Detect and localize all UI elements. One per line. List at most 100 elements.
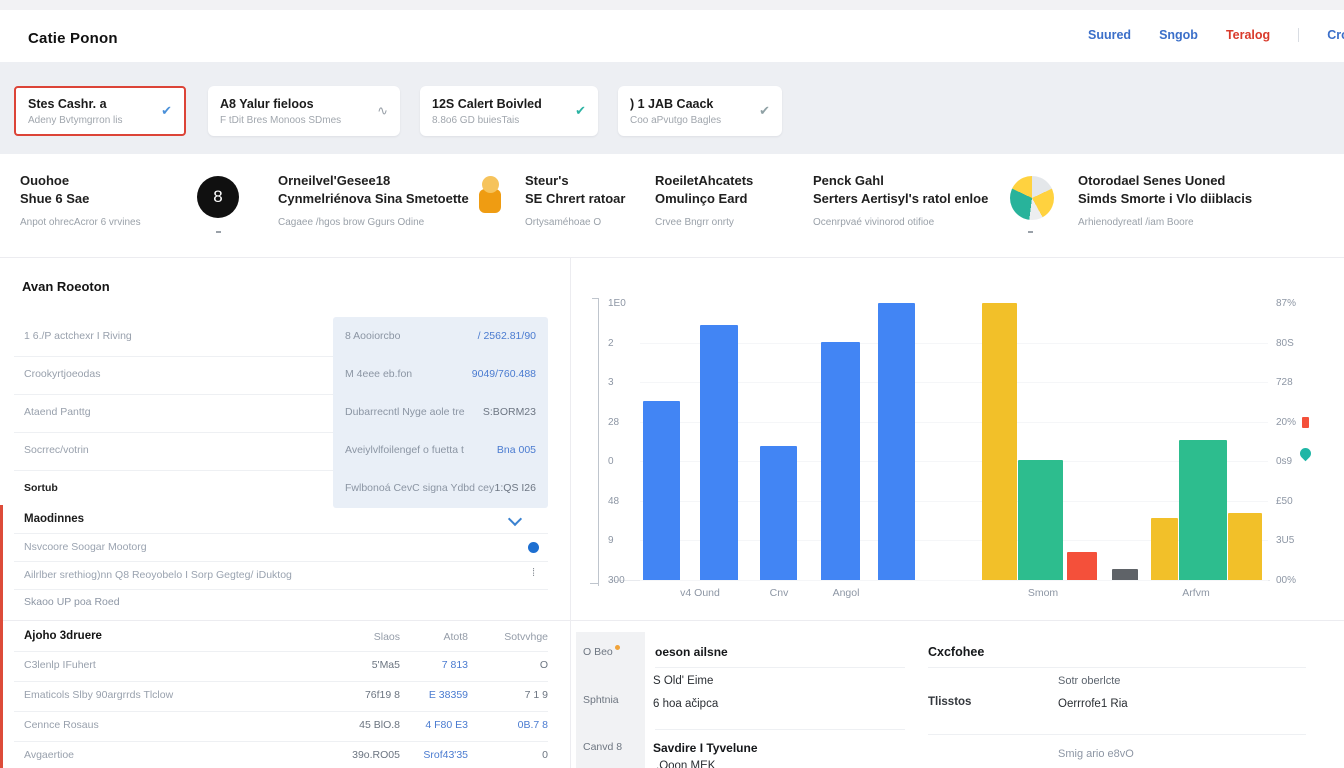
nav-link-4[interactable]: Croonye Cuon xyxy=(1327,28,1344,42)
page-title: Catie Ponon xyxy=(28,30,118,47)
top-strip xyxy=(0,0,1344,10)
feature-2-title-line1: Orneilvel'Gesee18 xyxy=(278,172,476,190)
legend-red-marker xyxy=(1302,417,1309,428)
divider xyxy=(0,257,1344,258)
feature-2-title-line2: Cynmelriénova Sina Smetoette xyxy=(278,190,476,208)
nav-link-3[interactable]: Teralog xyxy=(1226,28,1270,42)
feature-1-title-line1: Ouohoe xyxy=(20,172,195,190)
report-row-label[interactable]: Sortub xyxy=(24,482,58,494)
feature-6-subtitle: Arhienodyreatl /iam Boore xyxy=(1078,217,1318,228)
stats-row-c3: O xyxy=(478,659,548,671)
stats-row-label: Avgaertioe xyxy=(24,749,74,761)
feature-5-subtitle: Ocenrpvaé vivinorod otifioe xyxy=(813,217,1013,228)
feature-6-title-line2: Simds Smorte i Vlo diiblacis xyxy=(1078,190,1318,208)
stat-card-1[interactable]: Stes Cashr. a Adeny Bvtymgrron lis ✔ xyxy=(14,86,186,136)
feature-2-subtitle: Cagaee /hgos brow Ggurs Odine xyxy=(278,217,476,228)
y-axis-tick-label: 28 xyxy=(608,417,619,428)
stats-col-3: Sotvvhge xyxy=(478,631,548,643)
stat-card-2-text: A8 Yalur fieloos F tDit Bres Monoos SDme… xyxy=(220,97,341,126)
divider xyxy=(928,667,1306,668)
activity-sidebar-item-1[interactable]: O Beo xyxy=(583,645,620,658)
blue-dot-icon[interactable] xyxy=(528,542,539,553)
stat-card-2[interactable]: A8 Yalur fieloos F tDit Bres Monoos SDme… xyxy=(208,86,400,136)
feature-item-2[interactable]: Orneilvel'Gesee18 Cynmelriénova Sina Sme… xyxy=(278,172,476,228)
divider xyxy=(0,620,1344,621)
row-divider xyxy=(14,432,333,433)
activity-entry-title[interactable]: Savdire I Tyvelune xyxy=(653,741,758,755)
stats-row-c3[interactable]: 0B.7 8 xyxy=(478,719,548,731)
chart-bar-3 xyxy=(760,446,797,580)
nav-link-1[interactable]: Suured xyxy=(1088,28,1131,42)
report-row-label[interactable]: Crookyrtjoeodas xyxy=(24,368,100,380)
stats-row-c2[interactable]: E 38359 xyxy=(408,689,468,701)
detail-row-line2: Oerrrofe1 Ria xyxy=(1058,698,1128,710)
chart-bar-8 xyxy=(1067,552,1097,580)
stats-row-c2[interactable]: 7 813 xyxy=(408,659,468,671)
row-divider xyxy=(14,356,333,357)
report-row-label[interactable]: 1 6./P actchexr I Riving xyxy=(24,330,132,342)
report-row-value[interactable]: Bna 005 xyxy=(420,444,536,456)
feature-item-5[interactable]: Penck Gahl Serters Aertisyl's ratol enlo… xyxy=(813,172,1013,228)
row-divider xyxy=(14,394,333,395)
stats-row-c3: 0 xyxy=(478,749,548,761)
number-8-badge-icon: 8 xyxy=(197,176,239,218)
right-axis-tick-label: 00% xyxy=(1276,575,1296,586)
dots-icon[interactable]: ⁞ xyxy=(532,568,535,578)
report-row-label[interactable]: Ataend Panttg xyxy=(24,406,91,418)
module-row-label[interactable]: Ailrlber srethiog)nn Q8 Reoyobelo I Sorp… xyxy=(24,569,292,581)
check-icon: ✔ xyxy=(759,103,770,119)
stat-card-3-text: 12S Calert Boivled 8.8o6 GD buiesTais xyxy=(432,97,542,126)
divider xyxy=(655,729,905,730)
activity-entry-line[interactable]: 6 hoa ačipca xyxy=(653,698,718,710)
y-axis-tick-label: 0 xyxy=(608,456,614,467)
right-axis-tick-label: 3U5 xyxy=(1276,535,1294,546)
stats-row-label: C3lenlp IFuhert xyxy=(24,659,96,671)
stat-card-4[interactable]: ) 1 JAB Caack Coo aPvutgo Bagles ✔ xyxy=(618,86,782,136)
chevron-down-icon[interactable] xyxy=(508,512,522,526)
report-row-key: 8 Aooiorcbo xyxy=(345,330,400,342)
report-row-value[interactable]: 9049/760.488 xyxy=(420,368,536,380)
stat-card-3[interactable]: 12S Calert Boivled 8.8o6 GD buiesTais ✔ xyxy=(420,86,598,136)
feature-5-title-line2: Serters Aertisyl's ratol enloe xyxy=(813,190,1013,208)
chart-bar-6 xyxy=(982,303,1017,580)
activity-entry-line[interactable]: .Ooon MEK xyxy=(656,760,715,768)
report-row-label[interactable]: Socrrec/votrin xyxy=(24,444,89,456)
nav-link-2[interactable]: Sngob xyxy=(1159,28,1198,42)
activity-entry-line[interactable]: S Old' Eime xyxy=(653,675,713,687)
y-axis-tick-label: 300 xyxy=(608,575,625,586)
module-row-label[interactable]: Nsvcoore Soogar Mootorg xyxy=(24,541,147,553)
check-icon: ✔ xyxy=(575,103,586,119)
y-axis-line xyxy=(598,298,599,586)
detail-footer[interactable]: Smig ario e8vO xyxy=(1058,748,1134,760)
stat-card-2-subtitle: F tDit Bres Monoos SDmes xyxy=(220,115,341,126)
row-divider xyxy=(14,681,548,682)
right-axis-tick-label: 728 xyxy=(1276,377,1293,388)
stats-row-c2[interactable]: 4 F80 E3 xyxy=(408,719,468,731)
stats-row-c2[interactable]: Srof43'35 xyxy=(408,749,468,761)
x-axis-label: v4 Ound xyxy=(680,587,720,599)
report-row-value[interactable]: / 2562.81/90 xyxy=(420,330,536,342)
y-axis-tick-mark xyxy=(592,298,599,299)
stats-col-1: Slaos xyxy=(340,631,400,643)
activity-entry-title[interactable]: oeson ailsne xyxy=(655,645,728,659)
feature-4-title-line1: RoeiletAhcatets xyxy=(655,172,805,190)
x-axis-label: Smom xyxy=(1028,587,1058,599)
feature-item-3[interactable]: Steur's SE Chrert ratoar Ortysaméhoae O xyxy=(525,172,660,228)
report-row-value: S:BORM23 xyxy=(420,406,536,418)
activity-sidebar-item-3[interactable]: Canvd 8 xyxy=(583,741,622,753)
feature-item-6[interactable]: Otorodael Senes Uoned Simds Smorte i Vlo… xyxy=(1078,172,1318,228)
stats-row-label: Cennce Rosaus xyxy=(24,719,99,731)
row-divider xyxy=(14,561,548,562)
stat-card-3-title: 12S Calert Boivled xyxy=(432,97,542,112)
pie-chart-icon xyxy=(1010,176,1054,220)
right-axis-tick-label: 87% xyxy=(1276,298,1296,309)
stats-row-c1: 5'Ma5 xyxy=(340,659,400,671)
stat-card-4-subtitle: Coo aPvutgo Bagles xyxy=(630,115,721,126)
nav-divider xyxy=(1298,28,1299,42)
feature-item-1[interactable]: Ouohoe Shue 6 Sae Anpot ohrecAcror 6 vrv… xyxy=(20,172,195,228)
feature-item-4[interactable]: RoeiletAhcatets Omulinço Eard Crvee Bngr… xyxy=(655,172,805,228)
activity-sidebar-item-2[interactable]: Sphtnia xyxy=(583,694,619,706)
red-accent-line xyxy=(0,505,3,768)
x-axis-label: Arfvm xyxy=(1182,587,1209,599)
report-footer-link[interactable]: Skaoo UP poa Roed xyxy=(24,596,120,608)
